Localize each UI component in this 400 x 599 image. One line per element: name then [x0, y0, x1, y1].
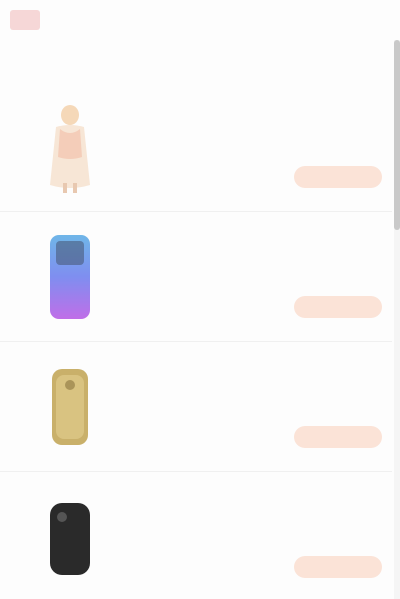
- product-item[interactable]: [0, 82, 392, 212]
- brand-logo-icon[interactable]: [10, 10, 40, 30]
- gold-case-icon: [52, 369, 88, 445]
- phone-case-icon: [50, 235, 90, 319]
- product-item[interactable]: [0, 342, 392, 472]
- product-image[interactable]: [20, 92, 120, 202]
- product-action-button[interactable]: [294, 426, 382, 448]
- dress-figure-icon: [50, 105, 90, 193]
- product-item[interactable]: [0, 212, 392, 342]
- product-image[interactable]: [20, 482, 120, 592]
- app-screen: [0, 0, 400, 599]
- scrollbar-thumb[interactable]: [394, 40, 400, 230]
- product-list: [0, 82, 392, 599]
- product-image[interactable]: [20, 352, 120, 462]
- top-header: [0, 0, 400, 40]
- product-item[interactable]: [0, 472, 392, 599]
- product-action-button[interactable]: [294, 556, 382, 578]
- black-case-icon: [50, 503, 90, 575]
- product-image[interactable]: [20, 222, 120, 332]
- product-action-button[interactable]: [294, 296, 382, 318]
- product-action-button[interactable]: [294, 166, 382, 188]
- scrollbar[interactable]: [394, 40, 400, 599]
